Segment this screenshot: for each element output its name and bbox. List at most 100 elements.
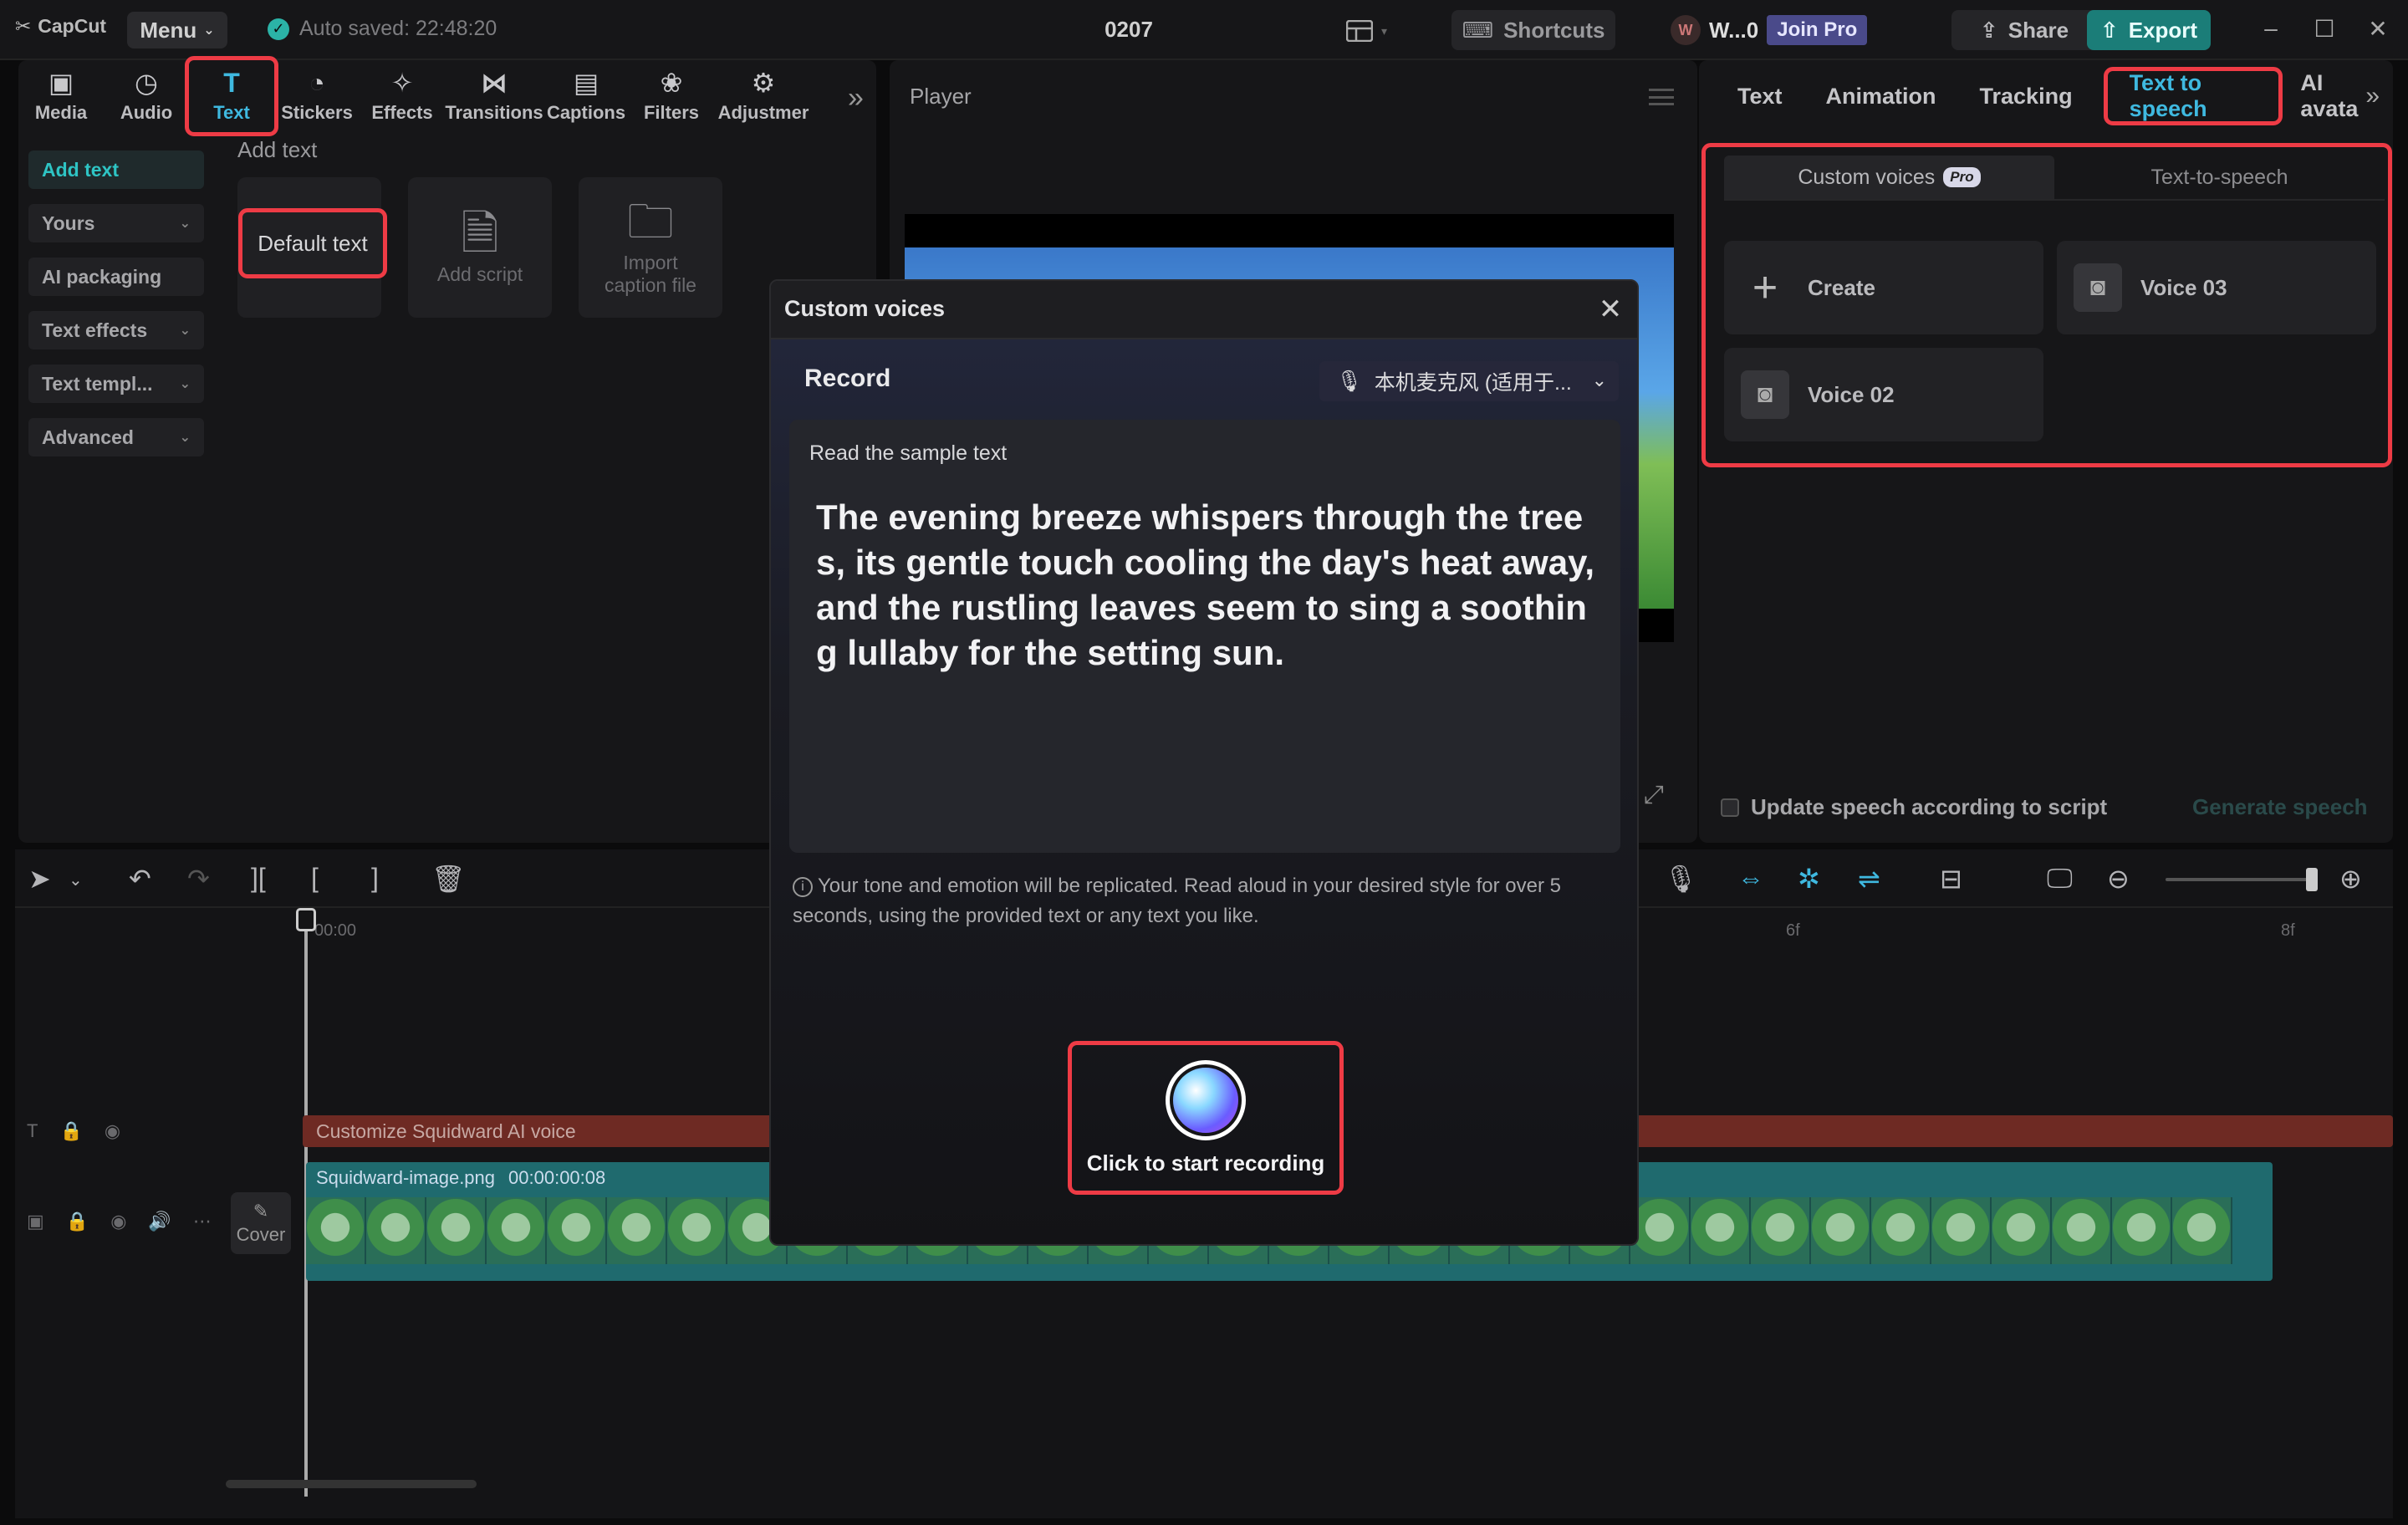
- volume-icon[interactable]: 🔊: [148, 1211, 171, 1232]
- voice-label: Voice 03: [2140, 274, 2227, 300]
- tab-tracking[interactable]: Tracking: [1958, 71, 2094, 121]
- split-left-icon[interactable]: [: [311, 863, 319, 894]
- text-side-nav: Add text Yours ⌄ AI packaging Text effect…: [28, 150, 204, 472]
- microphone-select[interactable]: 🎙 本机麦克风 (适用于... ⌄: [1319, 361, 1619, 401]
- subtab-custom-voices[interactable]: Custom voices Pro: [1724, 156, 2054, 199]
- tab-text-to-speech[interactable]: Text to speech: [2103, 67, 2283, 125]
- tab-adjustment[interactable]: ⚙ Adjustmer: [714, 60, 813, 132]
- ruler-mark-6f: 6f: [1786, 921, 1800, 940]
- side-item-label: Text templ...: [42, 372, 153, 395]
- select-cursor-icon[interactable]: ➤: [28, 863, 51, 895]
- tab-label: Effects: [371, 102, 433, 123]
- chevron-down-icon: ▾: [1381, 23, 1388, 38]
- subtab-text-to-speech[interactable]: Text-to-speech: [2054, 156, 2385, 199]
- share-button[interactable]: ⇪ Share: [1951, 10, 2097, 50]
- clip-thumbnail: [1630, 1197, 1691, 1264]
- clip-thumbnail: [2112, 1197, 2172, 1264]
- tab-text-properties[interactable]: Text: [1716, 71, 1804, 121]
- video-track-icon: ▣: [27, 1211, 44, 1232]
- text-track-header: T 🔒 ◉: [27, 1120, 120, 1142]
- generate-speech-button[interactable]: Generate speech: [2192, 794, 2368, 820]
- split-icon[interactable]: ][: [251, 863, 266, 894]
- fullscreen-icon[interactable]: ⤢: [1644, 781, 1664, 809]
- update-speech-toggle[interactable]: Update speech according to script: [1721, 794, 2107, 820]
- pro-badge: Pro: [1943, 167, 1981, 187]
- tab-audio[interactable]: ◷ Audio: [104, 60, 189, 132]
- tab-label: Transitions: [445, 102, 543, 123]
- redo-icon[interactable]: ↷: [187, 863, 210, 895]
- tab-transitions[interactable]: ⋈ Transitions: [445, 60, 543, 132]
- share-icon: ⇪: [1979, 17, 1998, 43]
- tab-animation[interactable]: Animation: [1804, 71, 1958, 121]
- menu-button[interactable]: Menu ⌄: [127, 12, 227, 48]
- cover-button[interactable]: ✎ Cover: [231, 1192, 291, 1254]
- close-window-icon[interactable]: ✕: [2361, 15, 2395, 45]
- shortcuts-button[interactable]: ⌨ Shortcuts: [1451, 10, 1615, 50]
- eye-icon[interactable]: ◉: [110, 1211, 126, 1232]
- default-text-button[interactable]: Default text: [238, 208, 387, 278]
- tab-effects[interactable]: ✧ Effects: [360, 60, 445, 132]
- export-button[interactable]: ⇧ Export: [2087, 10, 2211, 50]
- screen-icon[interactable]: 🖵: [2047, 863, 2073, 895]
- right-panel: Text Animation Tracking Text to speech A…: [1699, 60, 2393, 843]
- menu-icon[interactable]: [1649, 89, 1674, 105]
- tab-captions[interactable]: ▤ Captions: [543, 60, 629, 132]
- link-icon[interactable]: ⇌: [1858, 863, 1880, 895]
- side-item-label: Text effects: [42, 319, 148, 341]
- dialog-title: Custom voices: [784, 296, 946, 321]
- side-item-text-templates[interactable]: Text templ... ⌄: [28, 365, 204, 403]
- zoom-slider[interactable]: [2166, 878, 2316, 881]
- check-icon: ✓: [268, 18, 289, 40]
- lock-icon[interactable]: 🔒: [66, 1211, 89, 1232]
- main-track-magnet-icon[interactable]: ⇔: [1737, 863, 1764, 894]
- more-icon[interactable]: ⋯: [193, 1211, 212, 1232]
- auto-snap-icon[interactable]: ✲: [1798, 863, 1820, 895]
- undo-icon[interactable]: ↶: [129, 863, 151, 895]
- double-chevron-right-icon[interactable]: »: [848, 82, 864, 115]
- start-recording-button[interactable]: Click to start recording: [1068, 1041, 1344, 1195]
- layout-icon[interactable]: ▾: [1346, 18, 1393, 43]
- export-label: Export: [2128, 17, 2198, 43]
- eye-icon[interactable]: ◉: [105, 1120, 120, 1142]
- side-item-ai-packaging[interactable]: AI packaging: [28, 258, 204, 296]
- shortcuts-label: Shortcuts: [1503, 17, 1605, 43]
- side-item-text-effects[interactable]: Text effects ⌄: [28, 311, 204, 349]
- side-item-advanced[interactable]: Advanced ⌄: [28, 418, 204, 456]
- tab-filters[interactable]: ❀ Filters: [629, 60, 714, 132]
- close-icon[interactable]: ✕: [1594, 293, 1627, 326]
- lock-icon[interactable]: 🔒: [59, 1120, 82, 1142]
- voice-item-02[interactable]: ◙ Voice 02: [1724, 348, 2043, 441]
- sample-text: The evening breeze whispers through the …: [816, 497, 1595, 672]
- side-item-yours[interactable]: Yours ⌄: [28, 204, 204, 242]
- zoom-in-icon[interactable]: ⊕: [2339, 863, 2362, 895]
- clip-thumbnail: [426, 1197, 487, 1264]
- create-voice-button[interactable]: + Create: [1724, 241, 2043, 334]
- zoom-slider-handle[interactable]: [2306, 868, 2318, 891]
- update-checkbox[interactable]: [1721, 798, 1739, 817]
- microphone-icon[interactable]: 🎙: [1664, 863, 1698, 895]
- microphone-icon: 🎙: [1336, 369, 1363, 393]
- join-pro-button[interactable]: Join Pro: [1767, 15, 1868, 45]
- add-script-card[interactable]: 🗎 Add script: [408, 177, 552, 318]
- double-chevron-right-icon[interactable]: »: [2365, 82, 2380, 110]
- playhead-handle[interactable]: [296, 908, 316, 931]
- tab-media[interactable]: ▣ Media: [18, 60, 104, 132]
- project-name[interactable]: 0207: [1070, 17, 1187, 43]
- tab-text[interactable]: T Text: [185, 56, 278, 136]
- tab-stickers[interactable]: ◔ Stickers: [274, 60, 360, 132]
- import-caption-card[interactable]: 🗀 Import caption file: [579, 177, 722, 318]
- side-item-label: Add text: [42, 158, 119, 181]
- side-item-add-text[interactable]: Add text: [28, 150, 204, 189]
- timeline-scrollbar[interactable]: [226, 1480, 477, 1488]
- voice-item-03[interactable]: ◙ Voice 03: [2057, 241, 2376, 334]
- minimize-icon[interactable]: –: [2254, 15, 2288, 45]
- user-account[interactable]: W W...0 Join Pro: [1671, 10, 1903, 50]
- captions-icon: ▤: [573, 68, 599, 98]
- preview-axis-icon[interactable]: ⊟: [1940, 863, 1962, 895]
- chevron-down-icon[interactable]: ⌄: [69, 870, 83, 890]
- maximize-icon[interactable]: ☐: [2308, 15, 2341, 45]
- update-label: Update speech according to script: [1751, 794, 2108, 819]
- delete-icon[interactable]: 🗑: [431, 863, 466, 895]
- zoom-out-icon[interactable]: ⊖: [2107, 863, 2130, 895]
- split-right-icon[interactable]: ]: [371, 863, 379, 894]
